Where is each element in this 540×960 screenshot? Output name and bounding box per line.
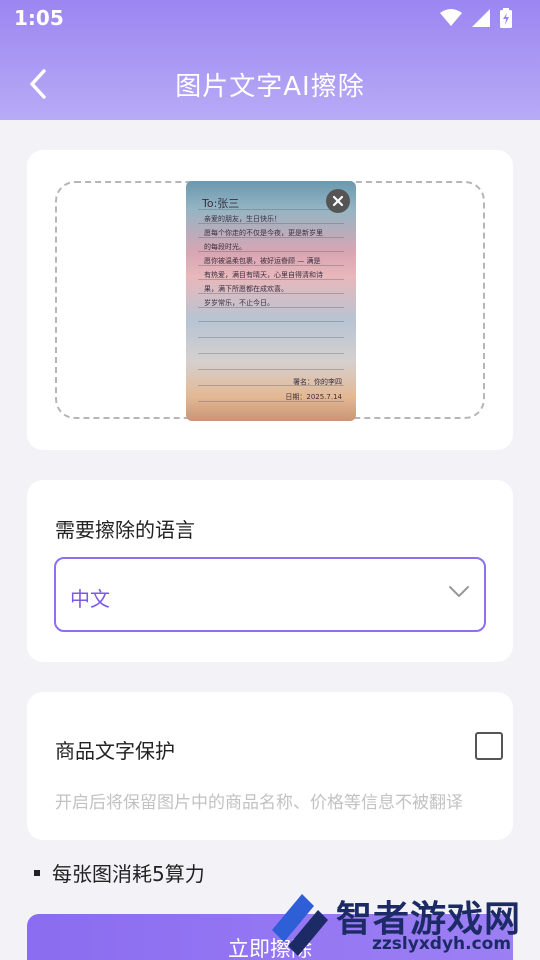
preview-body-line: 愿每个你走的不仅是今夜，更是新岁里 <box>204 229 323 237</box>
delete-image-button[interactable] <box>326 189 350 213</box>
watermark-logo-icon <box>272 894 328 956</box>
watermark: 智者游戏网 zzslyxdyh.com <box>262 890 540 960</box>
battery-icon <box>500 8 512 28</box>
preview-body-line: 亲爱的朋友，生日快乐！ <box>204 215 281 223</box>
page-title: 图片文字AI擦除 <box>175 72 365 102</box>
cost-note: 每张图消耗5算力 <box>34 858 205 887</box>
status-icons <box>440 8 512 28</box>
protect-label: 商品文字保护 <box>55 739 175 763</box>
header: 1:05 图片文字AI擦除 <box>0 0 540 120</box>
preview-body-line: 果，满下所愿都在成欢喜。 <box>204 285 288 293</box>
upload-card: To:张三 亲爱的朋友，生日快乐！ 愿每个你走的不仅是今夜，更是新岁里 的每段时… <box>27 150 513 450</box>
upload-area[interactable]: To:张三 亲爱的朋友，生日快乐！ 愿每个你走的不仅是今夜，更是新岁里 的每段时… <box>55 181 485 421</box>
preview-to-line: To:张三 <box>202 197 240 210</box>
language-selected-value: 中文 <box>70 587 110 611</box>
preview-body-line: 的每段时光。 <box>204 243 246 251</box>
status-time: 1:05 <box>14 6 64 30</box>
cost-note-text: 每张图消耗5算力 <box>52 862 205 886</box>
protect-checkbox[interactable] <box>475 732 503 760</box>
signal-icon <box>472 9 490 27</box>
protect-card: 商品文字保护 开启后将保留图片中的商品名称、价格等信息不被翻译 <box>27 692 513 840</box>
preview-signature: 署名：你的李四 <box>293 378 342 386</box>
watermark-url: zzslyxdyh.com <box>372 934 512 954</box>
bullet-icon <box>34 869 40 876</box>
preview-date: 日期：2025.7.14 <box>285 393 342 401</box>
title-bar: 图片文字AI擦除 <box>0 48 540 120</box>
preview-body-line: 愿你被温柔包裹，被好运眷顾 — 满是 <box>204 257 321 265</box>
close-icon <box>332 195 344 207</box>
status-bar: 1:05 <box>0 0 540 36</box>
language-select[interactable]: 中文 <box>54 557 486 632</box>
language-label: 需要擦除的语言 <box>55 518 195 542</box>
preview-body-line: 岁岁常乐，不止今日。 <box>204 299 274 307</box>
chevron-down-icon <box>449 586 469 597</box>
preview-body-line: 有热爱，满目有晴天，心里自得清和诗 <box>204 271 323 279</box>
wifi-icon <box>440 9 462 26</box>
image-preview[interactable]: To:张三 亲爱的朋友，生日快乐！ 愿每个你走的不仅是今夜，更是新岁里 的每段时… <box>186 181 356 421</box>
language-card: 需要擦除的语言 中文 <box>27 480 513 662</box>
protect-description: 开启后将保留图片中的商品名称、价格等信息不被翻译 <box>55 793 463 813</box>
